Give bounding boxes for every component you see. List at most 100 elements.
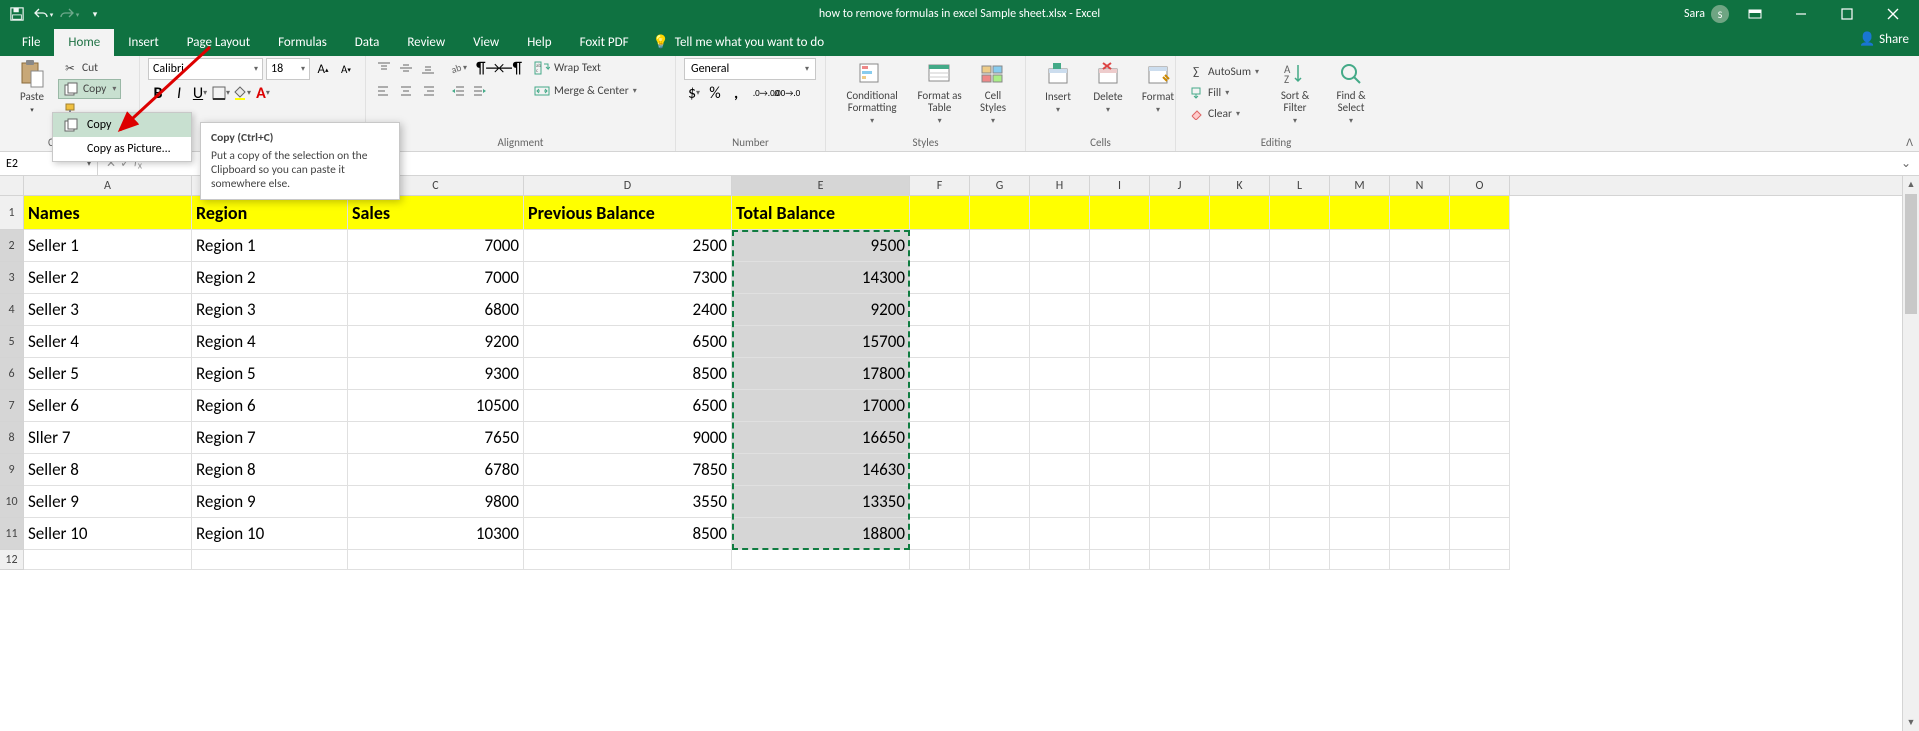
cell[interactable] <box>910 294 970 326</box>
cell[interactable]: 9200 <box>732 294 910 326</box>
redo-icon[interactable]: ▾ <box>58 3 80 25</box>
tab-view[interactable]: View <box>459 29 513 56</box>
row-header[interactable]: 8 <box>0 422 24 454</box>
cell[interactable] <box>1030 294 1090 326</box>
cell[interactable] <box>1330 326 1390 358</box>
increase-indent-icon[interactable] <box>470 81 490 101</box>
cell[interactable] <box>1450 518 1510 550</box>
tab-home[interactable]: Home <box>54 29 114 56</box>
grow-font-icon[interactable]: A▴ <box>313 59 333 79</box>
cell[interactable] <box>1210 262 1270 294</box>
cell[interactable] <box>1450 422 1510 454</box>
cell[interactable] <box>1270 262 1330 294</box>
cell[interactable]: Region 1 <box>192 230 348 262</box>
cell[interactable] <box>1030 262 1090 294</box>
cell[interactable]: Region 9 <box>192 486 348 518</box>
cell[interactable]: 13350 <box>732 486 910 518</box>
cell[interactable] <box>970 390 1030 422</box>
cell[interactable] <box>1390 550 1450 570</box>
format-as-table-button[interactable]: Format as Table▾ <box>912 58 967 128</box>
cell[interactable] <box>1090 422 1150 454</box>
cell[interactable]: 14630 <box>732 454 910 486</box>
cell[interactable] <box>1150 390 1210 422</box>
align-top-icon[interactable] <box>374 58 394 78</box>
row-header[interactable]: 3 <box>0 262 24 294</box>
cell[interactable]: Seller 5 <box>24 358 192 390</box>
cell[interactable] <box>910 454 970 486</box>
cell[interactable] <box>1390 294 1450 326</box>
clear-button[interactable]: Clear▾ <box>1184 104 1263 124</box>
cell[interactable]: Seller 3 <box>24 294 192 326</box>
cell[interactable]: Region 10 <box>192 518 348 550</box>
cell[interactable] <box>1090 196 1150 230</box>
cell[interactable] <box>970 294 1030 326</box>
wrap-text-button[interactable]: abc Wrap Text <box>530 58 641 78</box>
cell[interactable] <box>1270 390 1330 422</box>
cell[interactable]: Seller 6 <box>24 390 192 422</box>
align-middle-icon[interactable] <box>396 58 416 78</box>
decrease-decimal-icon[interactable]: .00→.0 <box>777 83 797 103</box>
insert-cells-button[interactable]: Insert▾ <box>1034 58 1082 117</box>
cell[interactable]: 7300 <box>524 262 732 294</box>
cell[interactable]: 8500 <box>524 358 732 390</box>
format-cells-button[interactable]: Format▾ <box>1134 58 1182 117</box>
cell[interactable]: 16650 <box>732 422 910 454</box>
cell[interactable] <box>1210 358 1270 390</box>
cell[interactable] <box>910 390 970 422</box>
cell[interactable] <box>1210 390 1270 422</box>
cell[interactable]: Region 7 <box>192 422 348 454</box>
cell[interactable] <box>1330 230 1390 262</box>
ltr-icon[interactable]: ¶→ <box>478 58 498 78</box>
cell[interactable] <box>1150 326 1210 358</box>
rtl-icon[interactable]: ←¶ <box>500 58 520 78</box>
cell[interactable] <box>970 454 1030 486</box>
cell[interactable]: Seller 9 <box>24 486 192 518</box>
cell[interactable] <box>1090 486 1150 518</box>
cell[interactable] <box>1150 262 1210 294</box>
cell[interactable] <box>1330 518 1390 550</box>
align-left-icon[interactable] <box>374 81 394 101</box>
user-avatar[interactable]: S <box>1711 5 1729 23</box>
cell[interactable] <box>1150 550 1210 570</box>
cell[interactable] <box>1210 550 1270 570</box>
cell[interactable] <box>910 262 970 294</box>
row-header[interactable]: 12 <box>0 550 24 570</box>
cell[interactable] <box>1030 422 1090 454</box>
undo-icon[interactable]: ▾ <box>32 3 54 25</box>
cell[interactable]: 6780 <box>348 454 524 486</box>
column-header[interactable]: J <box>1150 176 1210 195</box>
user-name[interactable]: Sara <box>1684 7 1705 21</box>
font-size-combo[interactable]: 18▾ <box>266 58 310 80</box>
cell[interactable] <box>1270 196 1330 230</box>
column-header[interactable]: F <box>910 176 970 195</box>
vertical-scrollbar[interactable]: ▲ ▼ <box>1902 176 1919 731</box>
cell[interactable] <box>1090 518 1150 550</box>
row-header[interactable]: 9 <box>0 454 24 486</box>
cell[interactable] <box>970 550 1030 570</box>
menu-copy[interactable]: Copy <box>53 113 191 137</box>
cell[interactable] <box>970 358 1030 390</box>
cell[interactable] <box>910 422 970 454</box>
row-header[interactable]: 2 <box>0 230 24 262</box>
cell[interactable]: 8500 <box>524 518 732 550</box>
tab-formulas[interactable]: Formulas <box>264 29 341 56</box>
cell[interactable] <box>1210 196 1270 230</box>
scroll-up-icon[interactable]: ▲ <box>1903 176 1919 193</box>
cell[interactable] <box>1270 358 1330 390</box>
cell[interactable]: 7000 <box>348 230 524 262</box>
cell[interactable] <box>1030 518 1090 550</box>
cell[interactable] <box>1450 454 1510 486</box>
cell[interactable] <box>1090 358 1150 390</box>
cell[interactable] <box>910 196 970 230</box>
cell[interactable] <box>1450 230 1510 262</box>
cell[interactable]: 18800 <box>732 518 910 550</box>
save-icon[interactable] <box>6 3 28 25</box>
cell[interactable] <box>1150 230 1210 262</box>
cell[interactable] <box>1330 454 1390 486</box>
cell[interactable] <box>1390 390 1450 422</box>
cell[interactable] <box>1390 358 1450 390</box>
tab-review[interactable]: Review <box>393 29 459 56</box>
copy-split-button[interactable]: Copy ▾ <box>58 79 121 99</box>
cell[interactable]: 10500 <box>348 390 524 422</box>
cell[interactable] <box>1270 454 1330 486</box>
